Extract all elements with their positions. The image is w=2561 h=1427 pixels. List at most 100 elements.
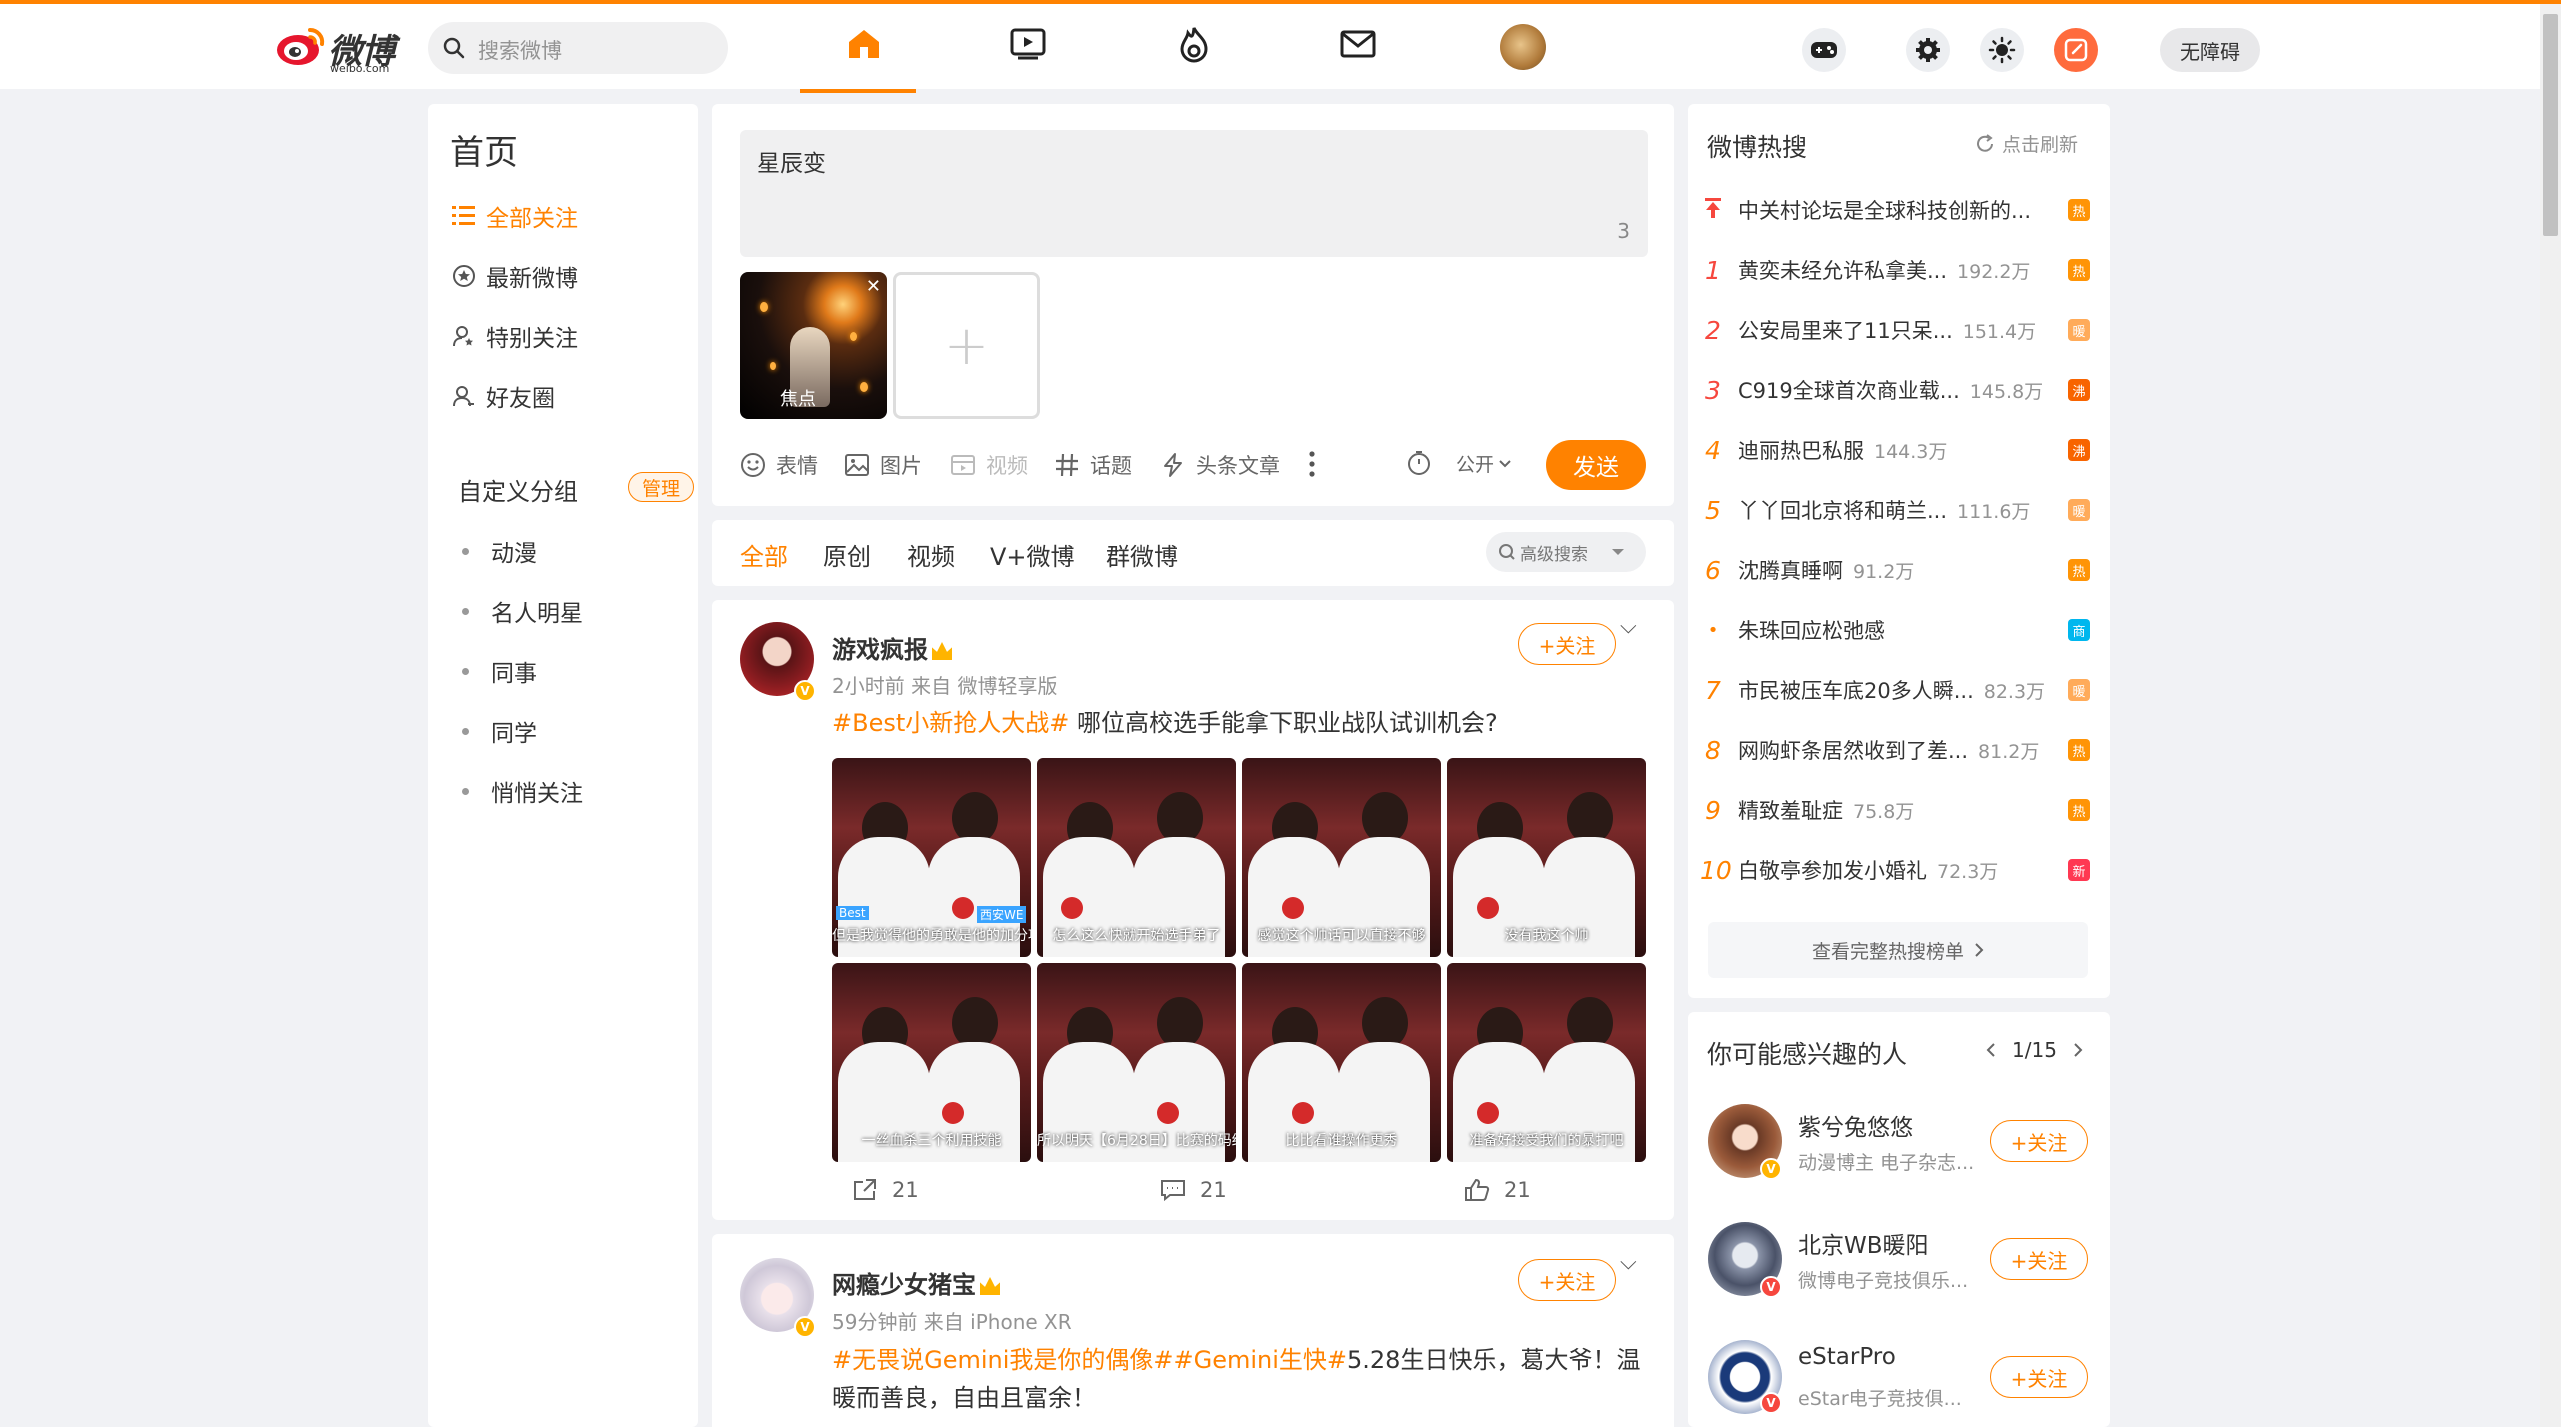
hot-search-item[interactable]: 3 C919全球首次商业载... 145.8万 沸 [1700,370,2090,410]
remove-image-icon[interactable]: ✕ [866,276,881,297]
suggested-user-name[interactable]: 紫兮兔悠悠 [1798,1108,1913,1142]
hot-item-count: 75.8万 [1853,800,1915,823]
hot-badge: 热 [2068,259,2090,281]
theme-toggle-button[interactable] [1980,28,2024,72]
uploaded-image-thumbnail[interactable]: ✕ 焦点 [740,272,887,419]
post-image[interactable]: 所以明天【6月28日】比赛的码结 [1037,963,1236,1162]
weibo-logo[interactable]: 微博 weibo.com [276,22,412,75]
post-image[interactable]: 比比看谁操作更秀 [1242,963,1441,1162]
follow-button[interactable]: +关注 [1518,1259,1616,1301]
game-button[interactable] [1802,28,1846,72]
logo-subtext: weibo.com [330,62,390,75]
topic-button[interactable]: 话题 [1054,450,1132,480]
hot-search-more-button[interactable]: 查看完整热搜榜单 [1708,922,2088,978]
hot-badge: 暖 [2068,499,2090,521]
emoji-icon [741,453,765,477]
emoji-button[interactable]: 表情 [740,450,818,480]
post-author-name[interactable]: 网瘾少女猪宝 [832,1265,1000,1300]
scrollbar-thumb[interactable] [2543,14,2558,236]
group-item[interactable]: 同学 [452,714,537,748]
post-hashtag[interactable]: #无畏说Gemini我是你的偶像##Gemini生快# [832,1346,1347,1374]
chevron-left-icon[interactable] [1986,1042,1996,1058]
manage-groups-button[interactable]: 管理 [628,472,694,502]
chevron-right-icon[interactable] [2073,1042,2083,1058]
sidebar-item-all-following[interactable]: 全部关注 [452,199,578,233]
post-image[interactable]: Best 西安WE 但是我觉得他的勇敢是他的加分项 [832,758,1031,957]
image-caption: 一丝血杀三个利用技能 [861,1133,1002,1149]
hot-search-item[interactable]: 1 黄奕未经允许私拿美... 192.2万 热 [1700,250,2090,290]
nav-message-button[interactable] [1338,24,1378,64]
schedule-button[interactable] [1406,450,1432,476]
sidebar-item-latest[interactable]: 最新微博 [452,259,578,293]
post-hashtag[interactable]: #Best小新抢人大战# [832,709,1069,737]
accessibility-button[interactable]: 无障碍 [2160,28,2260,72]
add-image-button[interactable]: + [893,272,1040,419]
refresh-button[interactable]: 点击刷新 [1974,130,2078,157]
post-image[interactable]: 没有我这个帅 [1447,758,1646,957]
custom-group-heading: 自定义分组 [458,478,578,506]
post-image[interactable]: 怎么这么快就开始选手弟了 [1037,758,1236,957]
home-icon [849,30,879,58]
nav-active-underline [800,89,916,93]
feed-tab-group[interactable]: 群微博 [1106,537,1178,572]
nav-home-button[interactable] [844,24,884,64]
send-button[interactable]: 发送 [1546,440,1646,490]
nav-video-button[interactable] [1008,24,1048,64]
hot-badge: 热 [2068,739,2090,761]
nav-hot-button[interactable] [1174,24,1214,64]
sidebar-item-special[interactable]: 特别关注 [452,319,578,353]
follow-button[interactable]: +关注 [1990,1356,2088,1398]
group-item[interactable]: 同事 [452,654,537,688]
feed-tab-original[interactable]: 原创 [823,537,871,572]
hot-search-item[interactable]: 9 精致羞耻症 75.8万 热 [1700,790,2090,830]
suggested-user-name[interactable]: eStarPro [1798,1344,1896,1370]
visibility-select[interactable]: 公开 [1456,450,1512,477]
hot-search-item[interactable]: 6 沈腾真睡啊 91.2万 热 [1700,550,2090,590]
hot-search-item[interactable]: 中关村论坛是全球科技创新的... 热 [1700,190,2090,230]
like-button[interactable]: 21 [1464,1178,1531,1202]
hot-search-item[interactable]: 7 市民被压车底20多人瞬... 82.3万暖 [1700,670,2090,710]
advanced-search-button[interactable]: 高级搜索 [1486,532,1646,572]
hot-search-item[interactable]: 2 公安局里来了11只呆... 151.4万 暖 [1700,310,2090,350]
post-menu-chevron-icon[interactable]: ⌵ [1620,614,1637,639]
advanced-search-label: 高级搜索 [1520,544,1588,565]
post-image[interactable]: 准备好接受我们的暴打吧 [1447,963,1646,1162]
more-tools-button[interactable] [1308,450,1316,478]
feed-tab-all[interactable]: 全部 [740,537,788,572]
hot-search-item[interactable]: 5 丫丫回北京将和萌兰... 111.6万 暖 [1700,490,2090,530]
post-menu-chevron-icon[interactable]: ⌵ [1620,1250,1637,1275]
suggested-user-name[interactable]: 北京WB暖阳 [1798,1226,1929,1260]
follow-button[interactable]: +关注 [1990,1238,2088,1280]
video-upload-button[interactable]: 视频 [950,450,1028,480]
hot-badge: 热 [2068,199,2090,221]
follow-button[interactable]: +关注 [1990,1120,2088,1162]
hot-search-item[interactable]: 4 迪丽热巴私服 144.3万 沸 [1700,430,2090,470]
post-author-name[interactable]: 游戏疯报 [832,630,952,665]
image-button[interactable]: 图片 [844,450,922,480]
post-image[interactable]: 感觉这个帅话可以直接不够 [1242,758,1441,957]
compose-button[interactable] [2054,28,2098,72]
comment-button[interactable]: 21 [1160,1178,1227,1202]
feed-tab-vplus[interactable]: V+微博 [990,537,1075,572]
group-item[interactable]: 悄悄关注 [452,774,583,808]
hot-search-item[interactable]: 8 网购虾条居然收到了差... 81.2万 热 [1700,730,2090,770]
search-input[interactable]: 搜索微博 [428,22,728,74]
repost-button[interactable]: 21 [852,1178,919,1202]
article-button[interactable]: 头条文章 [1160,450,1280,480]
page-scrollbar[interactable] [2540,4,2561,1427]
image-focus-label[interactable]: 焦点 [780,385,816,411]
hot-item-text: 精致羞耻症 [1738,799,1843,823]
hot-search-item[interactable]: • 朱珠回应松弛感 商 [1700,610,2090,650]
group-item[interactable]: 名人明星 [452,594,583,628]
hot-rank: 5 [1705,495,1721,525]
post-image[interactable]: 一丝血杀三个利用技能 [832,963,1031,1162]
search-icon [1499,544,1515,560]
compose-textarea[interactable]: 星辰变 3 [740,130,1648,257]
user-avatar[interactable] [1500,24,1546,70]
group-item[interactable]: 动漫 [452,534,537,568]
feed-tab-video[interactable]: 视频 [907,537,955,572]
settings-button[interactable] [1906,28,1950,72]
follow-button[interactable]: +关注 [1518,623,1616,665]
hot-search-item[interactable]: 10 白敬亭参加发小婚礼 72.3万 新 [1700,850,2090,890]
sidebar-item-friends[interactable]: 好友圈 [452,379,555,413]
